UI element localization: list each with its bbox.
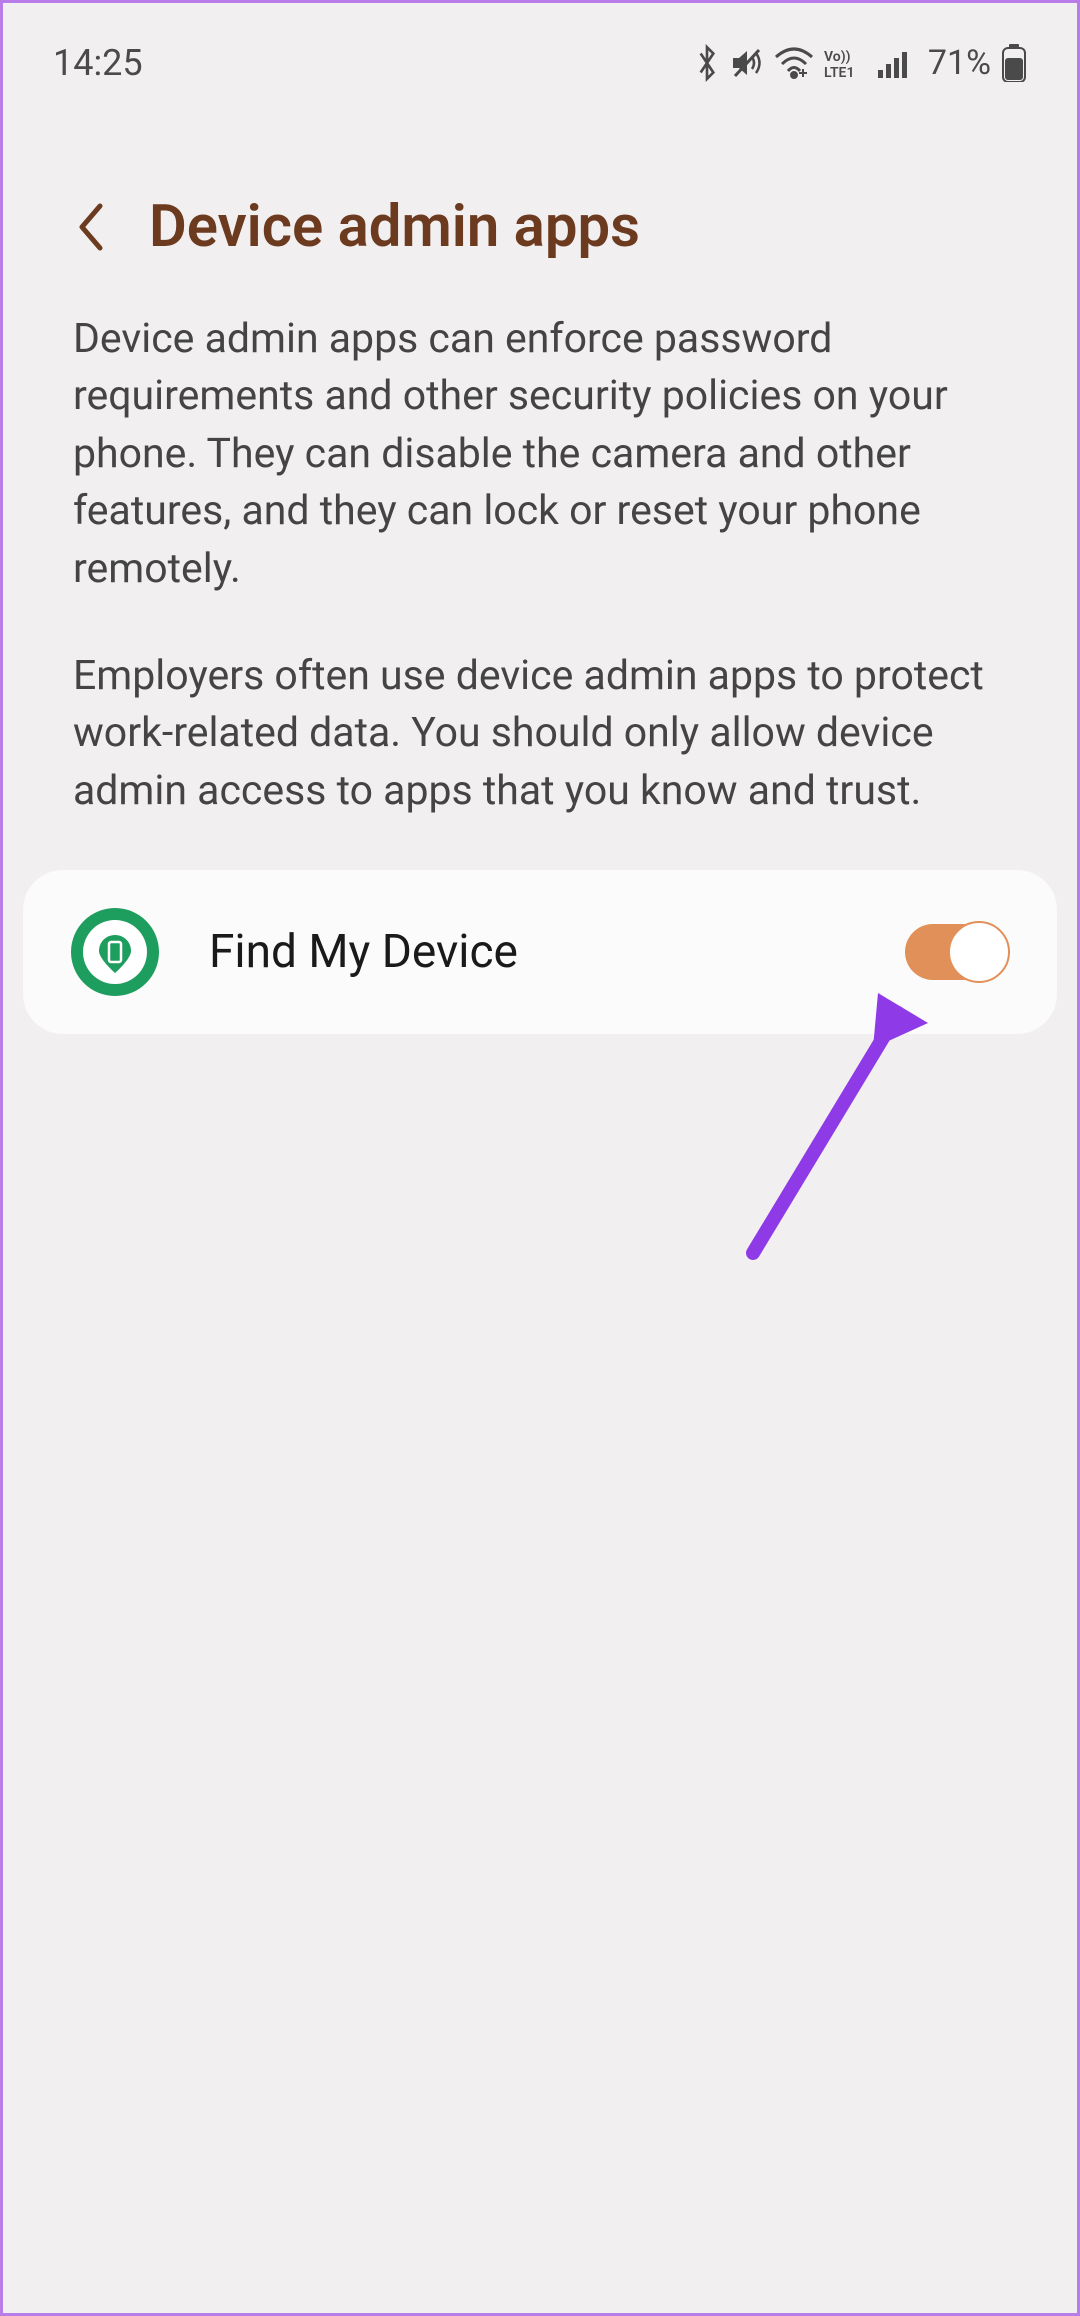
status-bar: 14:25 Vo)) LTE1 71% <box>3 3 1077 103</box>
mute-icon <box>730 46 764 80</box>
status-icons: Vo)) LTE1 71% <box>694 43 1027 83</box>
chevron-left-icon <box>76 202 106 252</box>
battery-percent: 71% <box>928 43 991 83</box>
signal-icon <box>878 48 914 78</box>
svg-text:LTE1: LTE1 <box>824 65 854 79</box>
page-header: Device admin apps <box>3 103 1077 311</box>
description-p1: Device admin apps can enforce password r… <box>73 311 1007 598</box>
status-time: 14:25 <box>53 42 143 84</box>
battery-icon <box>1001 44 1027 82</box>
app-row[interactable]: Find My Device <box>23 870 1057 1034</box>
page-title: Device admin apps <box>149 193 640 261</box>
toggle-switch[interactable] <box>905 924 1009 980</box>
find-my-device-icon <box>71 908 159 996</box>
wifi-icon <box>774 47 814 79</box>
volte-icon: Vo)) LTE1 <box>824 47 868 79</box>
back-button[interactable] <box>73 197 109 257</box>
description-text: Device admin apps can enforce password r… <box>3 311 1077 820</box>
description-p2: Employers often use device admin apps to… <box>73 648 1007 820</box>
app-name: Find My Device <box>209 925 855 979</box>
bluetooth-icon <box>694 44 720 82</box>
svg-text:Vo)): Vo)) <box>824 49 851 65</box>
toggle-knob <box>948 921 1010 983</box>
